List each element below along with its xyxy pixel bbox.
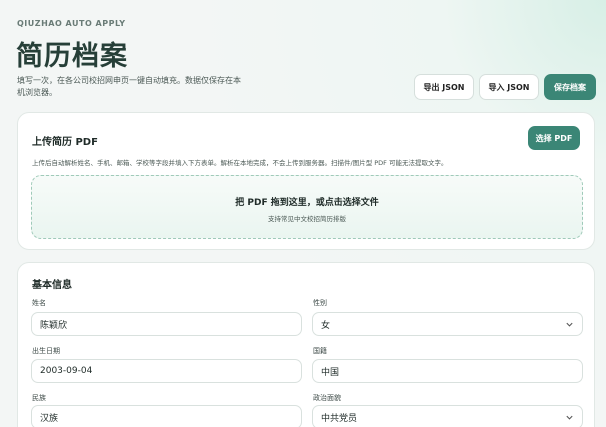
upload-hint: 上传后自动解析姓名、手机、邮箱、学校等字段并填入下方表单。解析在本地完成，不会上… <box>32 159 448 167</box>
political-status-select[interactable]: 中共党员 <box>312 405 583 427</box>
gender-label: 性别 <box>313 299 327 307</box>
gender-select[interactable]: 女 <box>312 312 583 336</box>
upload-card: 上传简历 PDF 选择 PDF 上传后自动解析姓名、手机、邮箱、学校等字段并填入… <box>17 112 595 250</box>
ethnicity-input[interactable]: 汉族 <box>31 405 302 427</box>
name-value: 陈颖欣 <box>40 320 68 331</box>
political-status-value: 中共党员 <box>321 413 358 424</box>
chevron-down-icon <box>566 415 573 420</box>
ethnicity-value: 汉族 <box>40 413 59 424</box>
page-title: 简历档案 <box>16 41 128 72</box>
birth-date-input[interactable]: 2003-09-04 <box>31 359 302 383</box>
upload-card-title: 上传简历 PDF <box>32 137 98 148</box>
birth-date-label: 出生日期 <box>32 347 60 355</box>
import-json-button[interactable]: 导入 JSON <box>479 74 539 100</box>
basic-info-title: 基本信息 <box>32 280 72 291</box>
name-label: 姓名 <box>32 299 46 307</box>
nationality-label: 国籍 <box>313 347 327 355</box>
gender-value: 女 <box>321 320 331 331</box>
pdf-dropzone[interactable]: 把 PDF 拖到这里，或点击选择文件 支持常见中文校招简历排版 <box>31 175 583 239</box>
export-json-button[interactable]: 导出 JSON <box>414 74 474 100</box>
name-input[interactable]: 陈颖欣 <box>31 312 302 336</box>
page-description: 填写一次，在各公司校招网申页一键自动填充。数据仅保存在本机浏览器。 <box>17 76 241 97</box>
dropzone-sub-text: 支持常见中文校招简历排版 <box>268 215 346 223</box>
ethnicity-label: 民族 <box>32 394 46 402</box>
select-pdf-button[interactable]: 选择 PDF <box>528 126 580 150</box>
dropzone-main-text: 把 PDF 拖到这里，或点击选择文件 <box>235 198 379 208</box>
nationality-value: 中国 <box>321 367 340 378</box>
header-actions: 导出 JSON 导入 JSON 保存档案 <box>414 74 596 100</box>
brand-label: QIUZHAO AUTO APPLY <box>17 19 126 28</box>
political-status-label: 政治面貌 <box>313 394 341 402</box>
nationality-input[interactable]: 中国 <box>312 359 583 383</box>
basic-info-card: 基本信息 姓名 陈颖欣 性别 女 出生日期 2003-09-04 国籍 中国 民… <box>17 262 595 427</box>
chevron-down-icon <box>566 322 573 327</box>
birth-date-value: 2003-09-04 <box>40 366 93 376</box>
save-profile-button[interactable]: 保存档案 <box>544 74 596 100</box>
